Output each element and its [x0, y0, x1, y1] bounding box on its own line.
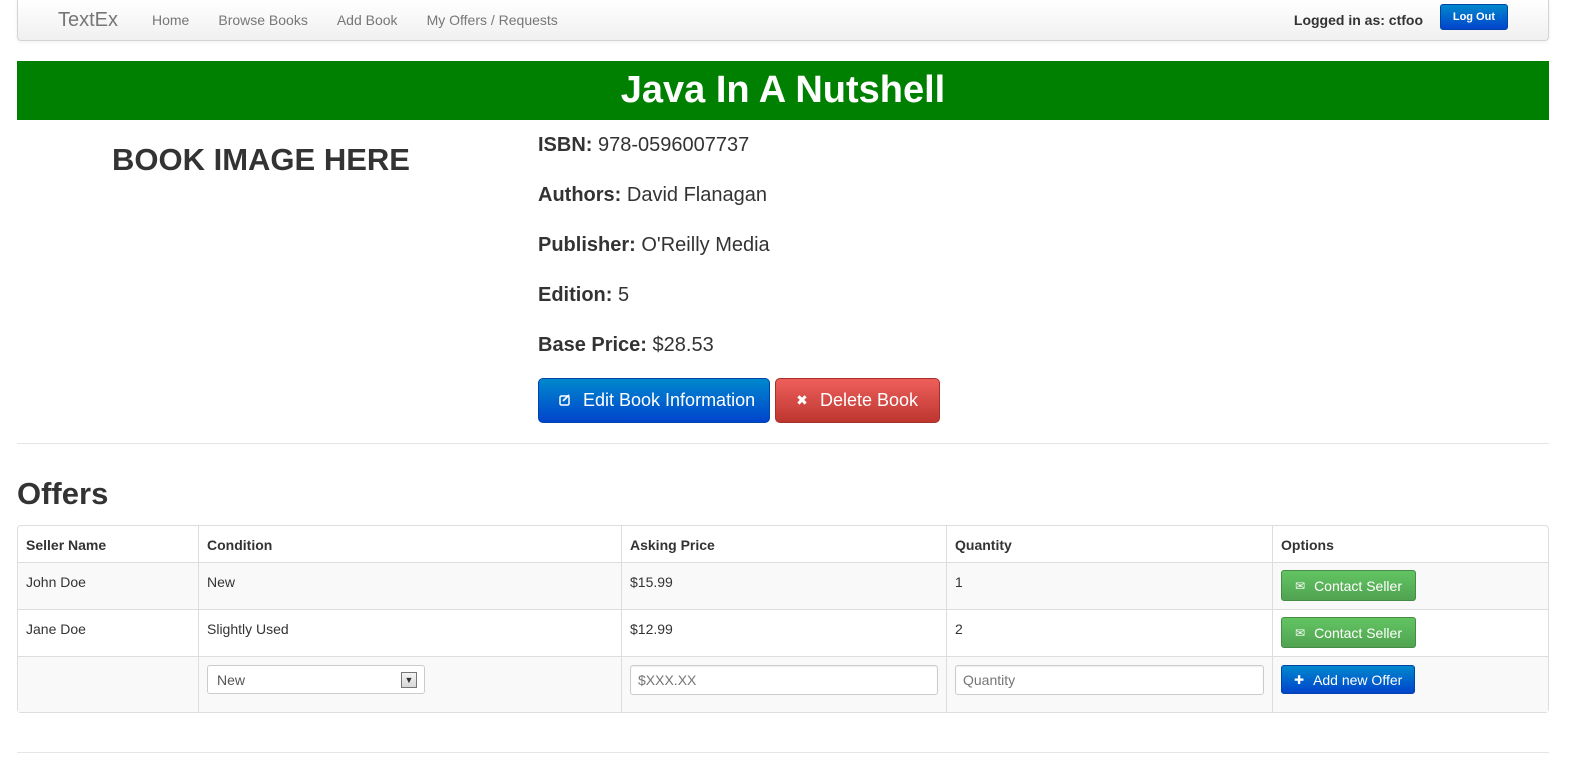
delete-book-button[interactable]: ✖ Delete Book: [775, 378, 940, 423]
edition-label: Edition:: [538, 284, 613, 306]
offers-heading: Offers: [17, 476, 109, 511]
navbar: TextEx Home Browse Books Add Book My Off…: [17, 0, 1549, 41]
condition-select[interactable]: New ▼: [207, 665, 425, 694]
nav-link-browse-books[interactable]: Browse Books: [218, 12, 307, 28]
seller-name: Jane Doe: [18, 609, 198, 656]
col-options: Options: [1272, 526, 1548, 562]
quantity: 2: [946, 609, 1272, 656]
table-header-row: Seller Name Condition Asking Price Quant…: [18, 526, 1548, 562]
authors-label: Authors:: [538, 184, 622, 206]
envelope-icon: ✉: [1295, 625, 1306, 640]
edition-value: 5: [618, 284, 630, 306]
remove-icon: ✖: [796, 392, 808, 408]
add-offer-cell: ✚ Add new Offer: [1272, 656, 1548, 712]
col-asking-price: Asking Price: [621, 526, 946, 562]
condition: New: [198, 562, 621, 609]
quantity-input[interactable]: [955, 665, 1264, 695]
contact-seller-label: Contact Seller: [1314, 624, 1402, 641]
publisher-value: O'Reilly Media: [641, 234, 770, 256]
asking-price: $15.99: [621, 562, 946, 609]
logout-button[interactable]: Log Out: [1439, 4, 1508, 30]
divider: [17, 443, 1549, 444]
brand[interactable]: TextEx: [58, 9, 118, 32]
authors-value: David Flanagan: [626, 184, 767, 206]
book-info: ISBN: 978-0596007737 Authors: David Flan…: [538, 132, 770, 382]
isbn-value: 978-0596007737: [598, 134, 750, 156]
delete-book-label: Delete Book: [820, 390, 919, 410]
base-price-row: Base Price: $28.53: [538, 332, 770, 382]
authors-row: Authors: David Flanagan: [538, 182, 770, 232]
edit-book-button[interactable]: Edit Book Information: [538, 378, 770, 423]
add-offer-button[interactable]: ✚ Add new Offer: [1281, 665, 1416, 694]
condition: Slightly Used: [198, 609, 621, 656]
col-seller-name: Seller Name: [26, 537, 107, 553]
asking-price: $12.99: [621, 609, 946, 656]
quantity-cell: [946, 656, 1272, 712]
contact-seller-button[interactable]: ✉ Contact Seller: [1281, 617, 1416, 648]
publisher-label: Publisher:: [538, 234, 636, 256]
book-title: Java In A Nutshell: [17, 61, 1549, 120]
isbn-row: ISBN: 978-0596007737: [538, 132, 770, 182]
plus-icon: ✚: [1294, 672, 1305, 687]
col-condition: Condition: [198, 526, 621, 562]
price-input[interactable]: [630, 665, 938, 695]
empty-cell: [18, 656, 198, 712]
quantity: 1: [946, 562, 1272, 609]
seller-name: John Doe: [18, 562, 198, 609]
nav-links: Home Browse Books Add Book My Offers / R…: [152, 0, 587, 40]
nav-link-home[interactable]: Home: [152, 12, 189, 28]
edit-icon: [559, 393, 571, 409]
options-cell: ✉ Contact Seller: [1272, 609, 1548, 656]
footer-divider: [17, 752, 1549, 753]
edition-row: Edition: 5: [538, 282, 770, 332]
col-quantity: Quantity: [946, 526, 1272, 562]
options-cell: ✉ Contact Seller: [1272, 562, 1548, 609]
offers-table: Seller Name Condition Asking Price Quant…: [17, 525, 1549, 713]
book-image-placeholder: BOOK IMAGE HERE: [112, 142, 410, 177]
edit-book-label: Edit Book Information: [583, 390, 756, 410]
base-price-label: Base Price:: [538, 334, 647, 356]
chevron-down-icon[interactable]: ▼: [401, 672, 417, 688]
condition-cell: New ▼: [198, 656, 621, 712]
price-cell: [621, 656, 946, 712]
table-row: John Doe New $15.99 1 ✉ Contact Seller: [18, 562, 1548, 609]
table-row: Jane Doe Slightly Used $12.99 2 ✉ Contac…: [18, 609, 1548, 656]
contact-seller-label: Contact Seller: [1314, 577, 1402, 594]
logged-in-text: Logged in as: ctfoo: [1293, 12, 1423, 28]
base-price-value: $28.53: [652, 334, 714, 356]
condition-select-value: New: [217, 672, 246, 688]
isbn-label: ISBN:: [538, 134, 593, 156]
add-offer-label: Add new Offer: [1313, 671, 1403, 688]
envelope-icon: ✉: [1295, 578, 1306, 593]
publisher-row: Publisher: O'Reilly Media: [538, 232, 770, 282]
new-offer-row: New ▼ ✚ Add new Offer: [18, 656, 1548, 712]
contact-seller-button[interactable]: ✉ Contact Seller: [1281, 570, 1416, 601]
nav-link-my-offers[interactable]: My Offers / Requests: [427, 12, 558, 28]
book-actions: Edit Book Information ✖ Delete Book: [538, 378, 945, 423]
nav-link-add-book[interactable]: Add Book: [337, 12, 398, 28]
